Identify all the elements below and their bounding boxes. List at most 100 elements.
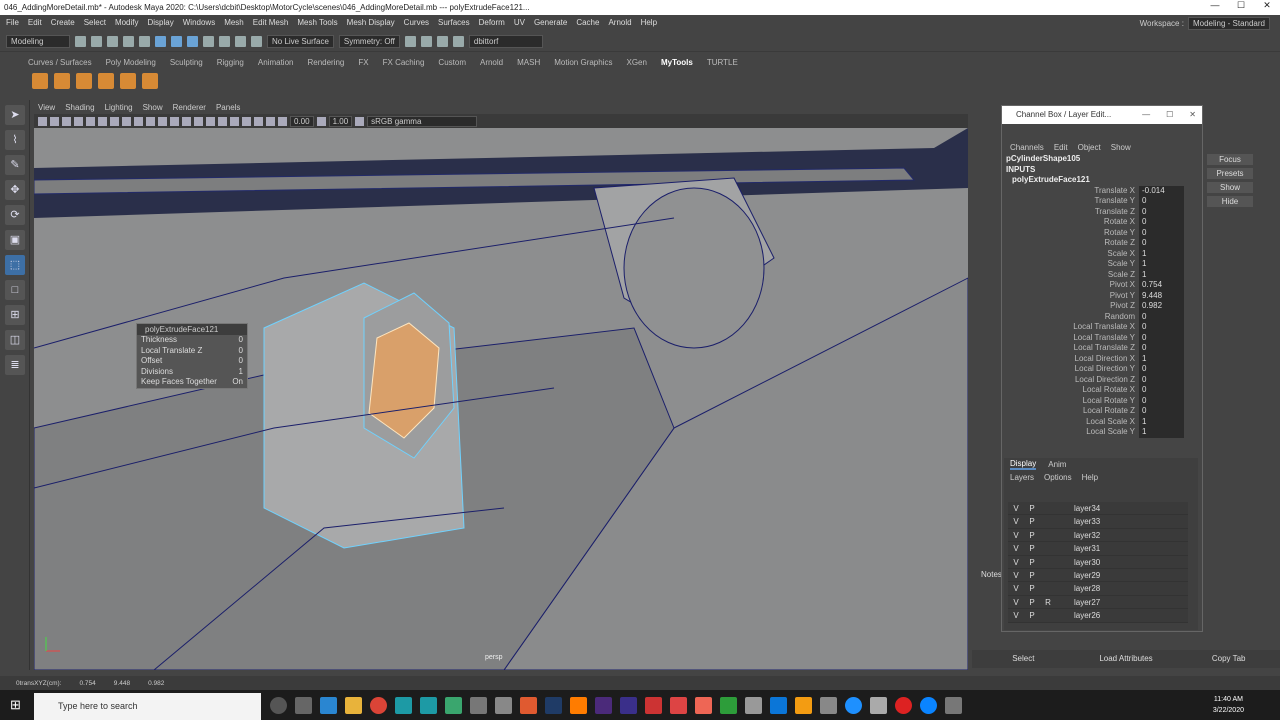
illustrator-icon[interactable] (570, 697, 587, 714)
layer-row[interactable]: V Player30 (1008, 555, 1188, 569)
shelf-tab-turtle[interactable]: TURTLE (707, 58, 738, 67)
maya-icon[interactable] (395, 697, 412, 714)
shelf-tab-motion-graphics[interactable]: Motion Graphics (554, 58, 612, 67)
color-space-dropdown[interactable]: sRGB gamma (367, 115, 478, 127)
menu-file[interactable]: File (6, 18, 19, 27)
channel-value[interactable]: 1 (1139, 259, 1184, 270)
channel-name[interactable]: Scale Y (1002, 259, 1139, 270)
hud-row[interactable]: Divisions 1 (137, 367, 247, 378)
app-icon[interactable] (470, 697, 487, 714)
cb-close-button[interactable]: ✕ (1189, 106, 1196, 124)
layer-type-toggle[interactable] (1040, 502, 1056, 514)
hud-row[interactable]: Keep Faces Together On (137, 377, 247, 388)
channel-row[interactable]: Local Direction Z0 (1002, 374, 1202, 385)
folder-icon[interactable] (345, 697, 362, 714)
layer-visibility-toggle[interactable]: V (1008, 569, 1024, 581)
shelf-tool-6-icon[interactable] (142, 73, 158, 89)
channel-row[interactable]: Local Direction X1 (1002, 353, 1202, 364)
layer-name[interactable]: layer30 (1056, 556, 1100, 568)
tab-display[interactable]: Display (1010, 459, 1037, 470)
app-icon[interactable] (770, 697, 787, 714)
app-icon[interactable] (445, 697, 462, 714)
menu-windows[interactable]: Windows (183, 18, 215, 27)
layer-playback-toggle[interactable]: P (1024, 515, 1040, 527)
camera-icon[interactable] (38, 116, 47, 126)
channel-name[interactable]: Scale X (1002, 249, 1139, 260)
layer-playback-toggle[interactable]: P (1024, 502, 1040, 514)
app-icon[interactable] (870, 697, 887, 714)
hud-value[interactable]: 1 (239, 367, 243, 378)
layer-visibility-toggle[interactable]: V (1008, 502, 1024, 514)
ambient-occlusion-icon[interactable] (206, 116, 215, 126)
layer-type-toggle[interactable] (1040, 529, 1056, 541)
exposure-icon[interactable] (278, 116, 287, 126)
task-view-icon[interactable] (295, 697, 312, 714)
vp-menu-lighting[interactable]: Lighting (105, 103, 133, 112)
layer-row[interactable]: V Player26 (1008, 609, 1188, 623)
layer-visibility-toggle[interactable]: V (1008, 609, 1024, 621)
snap-surface-icon[interactable] (251, 36, 262, 47)
layer-name[interactable]: layer34 (1056, 502, 1100, 514)
channel-name[interactable]: Local Rotate X (1002, 385, 1139, 396)
cortana-icon[interactable] (270, 697, 287, 714)
layer-row[interactable]: V Player31 (1008, 542, 1188, 556)
channel-row[interactable]: Translate Z0 (1002, 206, 1202, 217)
layer-name[interactable]: layer28 (1056, 582, 1100, 594)
channel-value[interactable]: 9.448 (1139, 290, 1184, 301)
after-effects-icon[interactable] (595, 697, 612, 714)
cb-menu-edit[interactable]: Edit (1054, 143, 1068, 152)
channel-value[interactable]: 1 (1139, 353, 1184, 364)
menuset-dropdown[interactable]: Modeling (6, 35, 70, 48)
hud-row[interactable]: Local Translate Z 0 (137, 346, 247, 357)
layer-type-toggle[interactable] (1040, 609, 1056, 621)
channel-name[interactable]: Local Translate X (1002, 322, 1139, 333)
layer-visibility-toggle[interactable]: V (1008, 529, 1024, 541)
maximize-button[interactable]: ☐ (1228, 0, 1254, 11)
vp-menu-view[interactable]: View (38, 103, 55, 112)
channel-value[interactable]: 0 (1139, 206, 1184, 217)
save-scene-icon[interactable] (107, 36, 118, 47)
channel-value[interactable]: 1 (1139, 427, 1184, 438)
menu-cache[interactable]: Cache (576, 18, 599, 27)
last-tool-icon[interactable]: ⬚ (5, 255, 25, 275)
shadows-icon[interactable] (194, 116, 203, 126)
render-settings-icon[interactable] (436, 36, 448, 47)
xray-icon[interactable] (242, 116, 251, 126)
channel-row[interactable]: Translate Y0 (1002, 196, 1202, 207)
undo-icon[interactable] (123, 36, 134, 47)
snap-grid-icon[interactable] (203, 36, 214, 47)
channel-value[interactable]: 1 (1139, 416, 1184, 427)
channel-row[interactable]: Rotate X0 (1002, 217, 1202, 228)
cb-menu-object[interactable]: Object (1078, 143, 1101, 152)
channel-name[interactable]: Translate X (1002, 186, 1139, 197)
menu-display[interactable]: Display (148, 18, 174, 27)
shelf-tab-rigging[interactable]: Rigging (217, 58, 244, 67)
render-icon[interactable] (404, 36, 416, 47)
chrome-icon[interactable] (370, 697, 387, 714)
layer-row[interactable]: V Player28 (1008, 582, 1188, 596)
antialias-icon[interactable] (218, 116, 227, 126)
select-component-icon[interactable] (187, 36, 198, 47)
channel-row[interactable]: Local Translate Y0 (1002, 332, 1202, 343)
channel-value[interactable]: 0 (1139, 406, 1184, 417)
layer-name[interactable]: layer29 (1056, 569, 1100, 581)
rotate-tool-icon[interactable]: ⟳ (5, 205, 25, 225)
menu-generate[interactable]: Generate (534, 18, 567, 27)
xray-joints-icon[interactable] (254, 116, 263, 126)
layer-name[interactable]: layer32 (1056, 529, 1100, 541)
layer-type-toggle[interactable]: R (1040, 596, 1056, 608)
scale-tool-icon[interactable]: ▣ (5, 230, 25, 250)
channel-name[interactable]: Pivot X (1002, 280, 1139, 291)
channel-row[interactable]: Local Rotate Z0 (1002, 406, 1202, 417)
channel-value[interactable]: 0.982 (1139, 301, 1184, 312)
shelf-tab-sculpting[interactable]: Sculpting (170, 58, 203, 67)
color-management-icon[interactable] (355, 116, 365, 126)
shelf-tab-mash[interactable]: MASH (517, 58, 540, 67)
paint-select-icon[interactable]: ✎ (5, 155, 25, 175)
move-tool-icon[interactable]: ✥ (5, 180, 25, 200)
layer-type-toggle[interactable] (1040, 582, 1056, 594)
channel-value[interactable]: 1 (1139, 269, 1184, 280)
edge-icon[interactable] (920, 697, 937, 714)
shelf-tab-animation[interactable]: Animation (258, 58, 294, 67)
snap-point-icon[interactable] (235, 36, 246, 47)
